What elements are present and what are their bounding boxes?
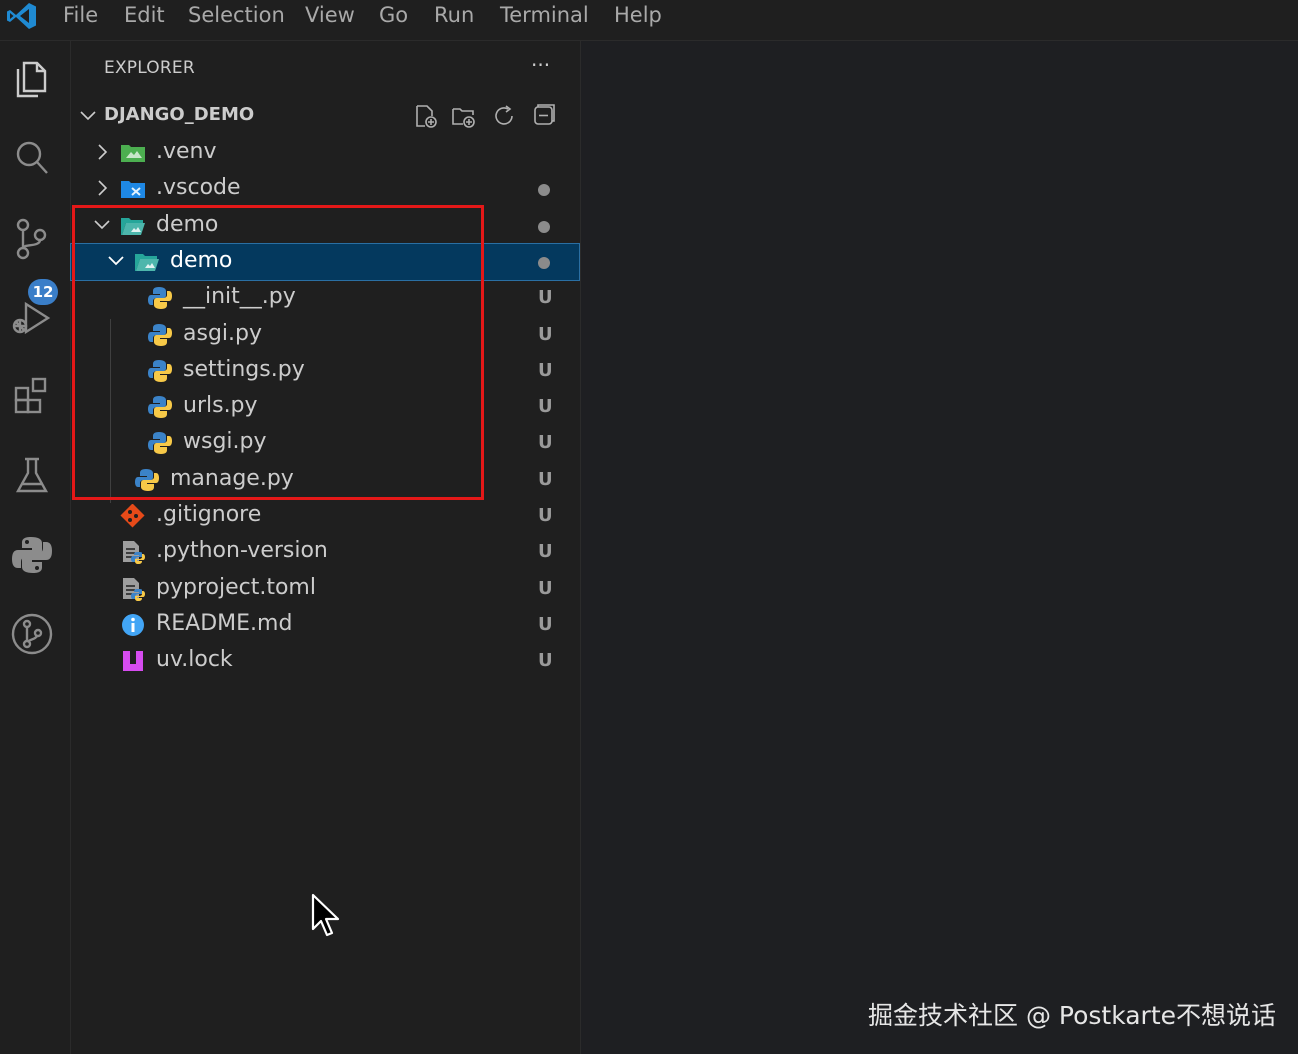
untracked-status: U — [538, 578, 553, 599]
untracked-status: U — [538, 324, 553, 345]
menu-view[interactable]: View — [305, 2, 355, 28]
untracked-status: U — [538, 287, 553, 308]
menu-go[interactable]: Go — [379, 2, 408, 28]
git-graph-icon[interactable] — [10, 612, 54, 656]
activity-bar: 12 — [0, 41, 71, 1054]
untracked-status: U — [538, 469, 553, 490]
tree-item-readme[interactable]: README.md U — [71, 607, 579, 643]
menu-bar: File Edit Selection View Go Run Terminal… — [0, 0, 1298, 41]
extensions-icon[interactable] — [10, 374, 54, 418]
new-folder-icon[interactable] — [451, 103, 477, 129]
menu-edit[interactable]: Edit — [124, 2, 165, 28]
chevron-right-icon — [98, 144, 108, 160]
uv-lock-icon — [123, 651, 143, 671]
menu-selection[interactable]: Selection — [188, 2, 285, 28]
config-file-icon — [123, 541, 145, 564]
project-name: DJANGO_DEMO — [104, 104, 255, 125]
mouse-pointer-icon — [311, 893, 340, 937]
info-icon — [122, 614, 144, 636]
untracked-status: U — [538, 432, 553, 453]
tree-item-venv[interactable]: .venv — [71, 135, 579, 171]
collapse-all-icon[interactable] — [531, 103, 557, 129]
refresh-icon[interactable] — [491, 103, 517, 129]
tree-item-vscode[interactable]: .vscode — [71, 171, 579, 207]
untracked-status: U — [538, 360, 553, 381]
run-debug-icon[interactable] — [10, 296, 54, 340]
testing-icon[interactable] — [10, 453, 54, 497]
tree-item-label: README.md — [156, 611, 293, 636]
untracked-status: U — [538, 505, 553, 526]
chevron-right-icon — [98, 180, 108, 196]
config-file-icon — [123, 578, 145, 601]
tree-item-gitignore[interactable]: .gitignore U — [71, 498, 579, 534]
source-control-icon[interactable] — [10, 216, 54, 260]
untracked-status: U — [538, 396, 553, 417]
explorer-title: EXPLORER — [104, 58, 195, 78]
vscode-folder-icon — [121, 181, 145, 198]
menu-run[interactable]: Run — [434, 2, 474, 28]
tree-item-label: .venv — [156, 139, 217, 164]
tree-item-label: uv.lock — [156, 647, 233, 672]
project-header[interactable]: DJANGO_DEMO — [71, 101, 580, 131]
modified-dot — [538, 184, 550, 196]
vscode-logo-icon[interactable] — [6, 2, 38, 30]
menu-help[interactable]: Help — [614, 2, 662, 28]
python-icon[interactable] — [10, 533, 54, 577]
modified-dot — [538, 257, 550, 269]
tree-item-label: pyproject.toml — [156, 575, 316, 600]
tree-item-label: .vscode — [156, 175, 241, 200]
untracked-status: U — [538, 614, 553, 635]
git-file-icon — [120, 504, 145, 528]
tree-item-label: .python-version — [156, 538, 328, 563]
menu-file[interactable]: File — [63, 2, 98, 28]
tree-item-uv-lock[interactable]: uv.lock U — [71, 643, 579, 679]
highlight-annotation-box — [72, 205, 484, 500]
menu-terminal[interactable]: Terminal — [500, 2, 589, 28]
new-file-icon[interactable] — [413, 103, 439, 129]
search-icon[interactable] — [10, 136, 54, 180]
tree-item-label: .gitignore — [156, 502, 262, 527]
watermark-text: 掘金技术社区 @ Postkarte不想说话 — [868, 1001, 1277, 1030]
tree-item-pyproject-toml[interactable]: pyproject.toml U — [71, 571, 579, 607]
editor-area — [581, 41, 1298, 1054]
more-actions-button[interactable]: ··· — [531, 53, 550, 77]
venv-folder-icon — [121, 145, 145, 162]
tree-item-python-version[interactable]: .python-version U — [71, 534, 579, 570]
chevron-down-icon — [80, 111, 96, 121]
explorer-icon[interactable] — [10, 56, 54, 100]
untracked-status: U — [538, 541, 553, 562]
modified-dot — [538, 221, 550, 233]
untracked-status: U — [538, 650, 553, 671]
